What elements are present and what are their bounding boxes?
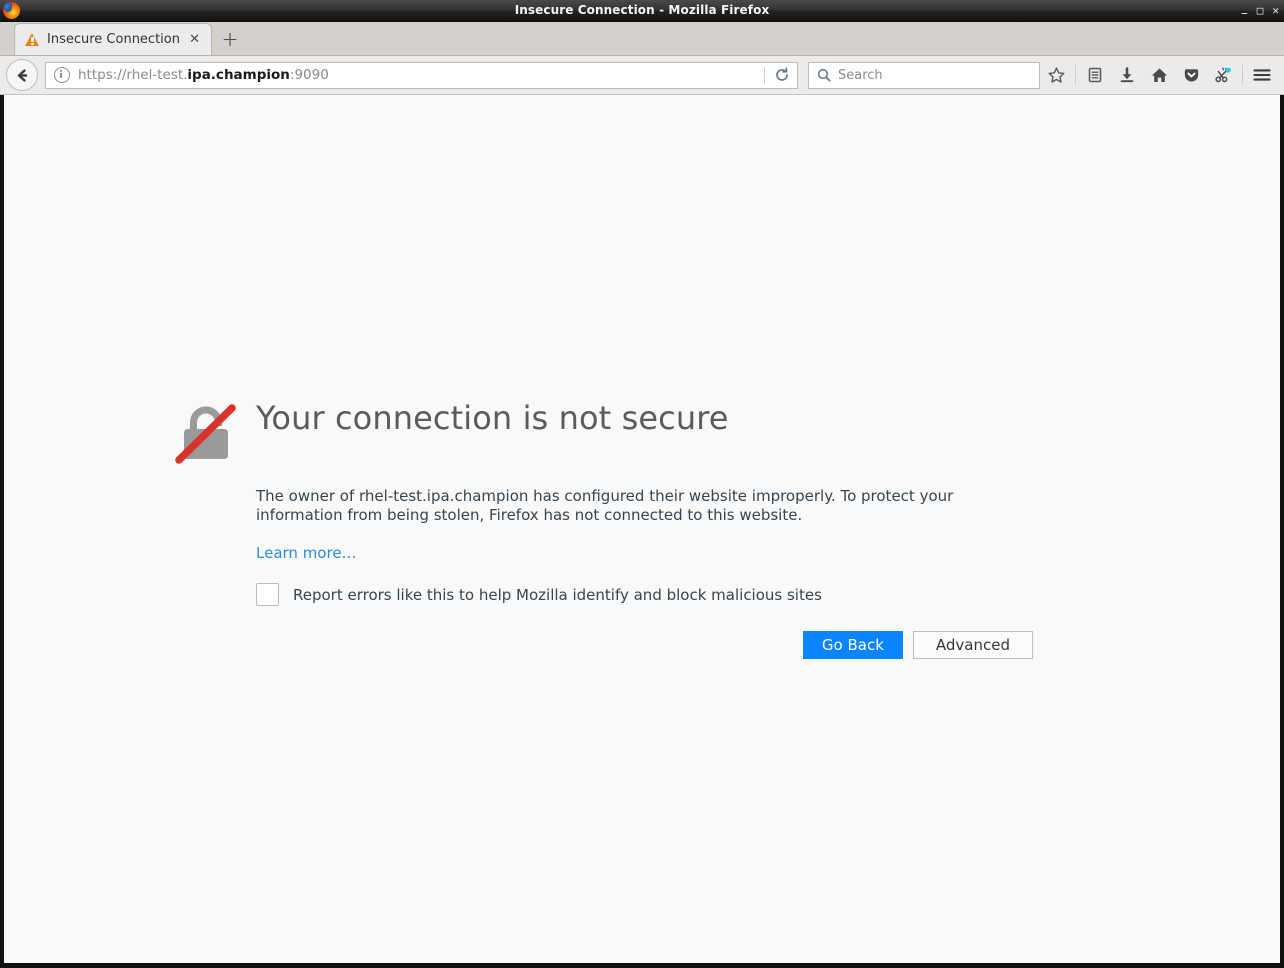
library-button[interactable] bbox=[1079, 60, 1111, 90]
back-arrow-icon bbox=[17, 68, 27, 82]
clippings-icon bbox=[1215, 67, 1231, 83]
url-domain: ipa.champion bbox=[187, 67, 290, 83]
error-description: The owner of rhel-test.ipa.champion has … bbox=[256, 487, 954, 524]
url-text: https://rhel-test.ipa.champion:9090 bbox=[78, 67, 762, 83]
firefox-logo-icon bbox=[3, 2, 20, 19]
window-title: Insecure Connection - Mozilla Firefox bbox=[514, 3, 770, 17]
error-header: Your connection is not secure bbox=[175, 398, 1055, 465]
error-actions: Go Back Advanced bbox=[256, 631, 1033, 659]
menu-hamburger-icon bbox=[1253, 69, 1271, 81]
page-title: Your connection is not secure bbox=[256, 399, 729, 437]
pocket-icon bbox=[1184, 68, 1198, 82]
broken-padlock-icon bbox=[175, 404, 236, 464]
search-icon bbox=[817, 68, 831, 82]
report-errors-row[interactable]: Report errors like this to help Mozilla … bbox=[256, 583, 962, 606]
info-icon[interactable] bbox=[54, 67, 70, 83]
advanced-button[interactable]: Advanced bbox=[912, 631, 1033, 659]
tab-close-icon[interactable]: ✕ bbox=[186, 33, 203, 46]
new-tab-button[interactable]: + bbox=[215, 24, 245, 54]
navigation-toolbar: https://rhel-test.ipa.champion:9090 Sear… bbox=[0, 56, 1284, 95]
report-errors-checkbox[interactable] bbox=[256, 583, 279, 606]
error-body: The owner of rhel-test.ipa.champion has … bbox=[256, 487, 1033, 659]
library-icon bbox=[1088, 67, 1102, 83]
back-button[interactable] bbox=[6, 59, 38, 91]
downloads-button[interactable] bbox=[1111, 60, 1143, 90]
reload-icon bbox=[776, 67, 788, 81]
home-button[interactable] bbox=[1143, 60, 1175, 90]
report-errors-label: Report errors like this to help Mozilla … bbox=[293, 585, 822, 604]
url-separator bbox=[764, 66, 765, 84]
clippings-button[interactable] bbox=[1207, 60, 1239, 90]
search-placeholder: Search bbox=[838, 67, 883, 83]
go-back-button[interactable]: Go Back bbox=[802, 631, 903, 659]
url-bar[interactable]: https://rhel-test.ipa.champion:9090 bbox=[45, 61, 798, 89]
window-controls: − □ ✕ bbox=[1241, 0, 1279, 21]
close-button[interactable]: ✕ bbox=[1272, 5, 1279, 16]
search-bar[interactable]: Search bbox=[808, 61, 1040, 89]
warning-triangle-icon bbox=[25, 32, 40, 47]
home-icon bbox=[1151, 67, 1167, 82]
toolbar-separator-2 bbox=[1242, 65, 1243, 85]
title-bar: Insecure Connection - Mozilla Firefox − … bbox=[0, 0, 1284, 22]
url-scheme: https://rhel-test. bbox=[78, 67, 188, 83]
menu-button[interactable] bbox=[1246, 60, 1278, 90]
tab-label: Insecure Connection bbox=[47, 32, 180, 47]
url-port: :9090 bbox=[289, 67, 329, 83]
browser-window: Insecure Connection - Mozilla Firefox − … bbox=[0, 0, 1284, 968]
downloads-icon bbox=[1120, 67, 1134, 83]
minimize-button[interactable]: − bbox=[1241, 8, 1248, 19]
insecure-connection-error: Your connection is not secure The owner … bbox=[175, 398, 1055, 659]
bookmark-star-icon bbox=[1047, 66, 1065, 83]
tab-insecure-connection[interactable]: Insecure Connection ✕ bbox=[14, 23, 212, 55]
bookmark-star-button[interactable] bbox=[1040, 60, 1072, 90]
toolbar-separator bbox=[1075, 65, 1076, 85]
learn-more-link[interactable]: Learn more… bbox=[256, 544, 357, 562]
page-content: Your connection is not secure The owner … bbox=[0, 95, 1284, 968]
tab-strip: Insecure Connection ✕ + bbox=[0, 22, 1284, 56]
reload-button[interactable] bbox=[767, 63, 797, 88]
pocket-button[interactable] bbox=[1175, 60, 1207, 90]
maximize-button[interactable]: □ bbox=[1257, 5, 1264, 16]
